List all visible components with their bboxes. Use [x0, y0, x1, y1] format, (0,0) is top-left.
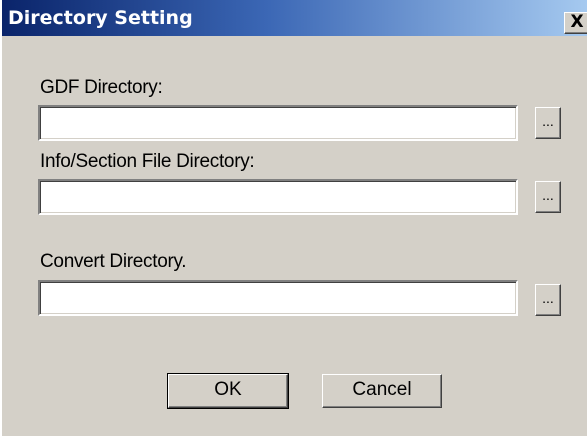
info-section-directory-input[interactable]: [38, 179, 518, 215]
directory-setting-dialog: Directory Setting X GDF Directory: ... I…: [0, 0, 587, 436]
ok-button[interactable]: OK: [167, 373, 289, 409]
convert-directory-input[interactable]: [38, 280, 518, 316]
gdf-directory-label: GDF Directory:: [40, 77, 163, 98]
info-section-directory-browse-button[interactable]: ...: [535, 181, 561, 213]
title-bar[interactable]: Directory Setting X: [2, 0, 587, 36]
close-button[interactable]: X: [564, 12, 587, 34]
dialog-title: Directory Setting: [8, 7, 193, 29]
convert-directory-label: Convert Directory.: [40, 251, 187, 272]
gdf-directory-input[interactable]: [38, 105, 518, 141]
cancel-button[interactable]: Cancel: [322, 374, 442, 408]
info-section-directory-label: Info/Section File Directory:: [40, 151, 255, 172]
gdf-directory-browse-button[interactable]: ...: [535, 107, 561, 139]
convert-directory-browse-button[interactable]: ...: [535, 284, 561, 316]
close-icon: X: [570, 12, 584, 32]
